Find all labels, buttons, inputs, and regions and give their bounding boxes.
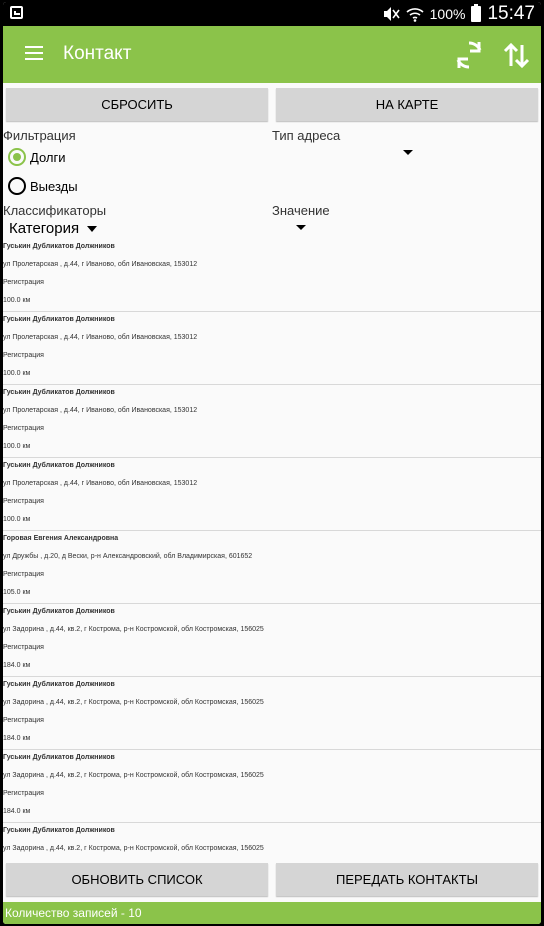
contact-address-type: Регистрация [3,571,44,578]
contact-distance: 105.0 км [3,589,31,596]
status-icons: 100% 15:47 [382,4,535,24]
contact-address: ул Пролетарская , д.44, г Иваново, обл И… [3,261,198,268]
contact-address-type: Регистрация [3,352,44,359]
list-item[interactable]: Гуськин Дубликатов Должников ул Пролетарс… [3,385,541,458]
contact-address: ул Пролетарская , д.44, г Иваново, обл И… [3,407,198,414]
radio-debts[interactable]: Долги [8,148,65,166]
reset-button[interactable]: СБРОСИТЬ [6,88,268,121]
page-title: Контакт [63,43,132,64]
list-item[interactable]: Горовая Евгения Александровна ул Дружбы ,… [3,531,541,604]
contact-address-type: Регистрация [3,717,44,724]
contact-address: ул Пролетарская , д.44, г Иваново, обл И… [3,480,198,487]
contact-list[interactable]: Гуськин Дубликатов Должников ул Пролетарс… [3,239,541,857]
radio-button-checked[interactable] [8,148,26,166]
address-type-label: Тип адреса [272,128,341,143]
category-dropdown[interactable]: Категория [9,220,98,237]
radio-visits[interactable]: Выезды [8,177,78,195]
menu-icon[interactable] [25,46,43,60]
contact-name: Гуськин Дубликатов Должников [3,389,115,396]
clock: 15:47 [487,3,535,24]
contact-distance: 184.0 км [3,808,31,815]
contact-address-type: Регистрация [3,498,44,505]
battery-percent: 100% [429,6,466,22]
contact-name: Гуськин Дубликатов Должников [3,462,115,469]
refresh-list-button[interactable]: ОБНОВИТЬ СПИСОК [6,863,268,896]
map-button[interactable]: НА КАРТЕ [276,88,538,121]
contact-address-type: Регистрация [3,644,44,651]
value-label: Значение [272,203,330,218]
radio-visits-label: Выезды [30,178,78,194]
wifi-icon [406,8,424,22]
battery-icon [471,4,482,22]
contact-distance: 100.0 км [3,443,31,450]
contact-name: Гуськин Дубликатов Должников [3,608,115,615]
record-count: Количество записей - 10 [3,902,541,924]
contact-name: Гуськин Дубликатов Должников [3,754,115,761]
sync-icon[interactable] [452,38,486,72]
sort-icon[interactable] [500,38,534,72]
contact-address: ул Задорина , д.44, кв.2, г Кострома, р-… [3,699,264,706]
list-item[interactable]: Гуськин Дубликатов Должников ул Пролетарс… [3,458,541,531]
classifiers-label: Классификаторы [3,203,107,218]
app-window: 100% 15:47 Контакт СБРОСИТЬ НА КАРТЕ Фил… [3,2,541,924]
contact-address: ул Пролетарская , д.44, г Иваново, обл И… [3,334,198,341]
contact-name: Гуськин Дубликатов Должников [3,243,115,250]
contact-address: ул Задорина , д.44, кв.2, г Кострома, р-… [3,772,264,779]
address-type-dropdown[interactable] [403,150,413,155]
mute-icon [383,7,400,21]
contact-name: Горовая Евгения Александровна [3,535,119,542]
contact-address: ул Дружбы , д.20, д Вески, р-н Александр… [3,553,253,560]
contact-name: Гуськин Дубликатов Должников [3,316,115,323]
contact-address: ул Задорина , д.44, кв.2, г Кострома, р-… [3,845,264,852]
app-bar: Контакт [3,26,541,83]
contact-distance: 100.0 км [3,297,31,304]
status-bar: 100% 15:47 [3,2,541,26]
chevron-down-icon [87,225,98,232]
contact-address: ул Задорина , д.44, кв.2, г Кострома, р-… [3,626,264,633]
contact-name: Гуськин Дубликатов Должников [3,827,115,834]
send-contacts-button[interactable]: ПЕРЕДАТЬ КОНТАКТЫ [276,863,538,896]
radio-button-unchecked[interactable] [8,177,26,195]
value-dropdown[interactable] [296,225,306,230]
radio-debts-label: Долги [30,149,66,165]
list-item[interactable]: Гуськин Дубликатов Должников ул Задорина … [3,604,541,677]
screenshot-icon [10,6,23,19]
contact-distance: 184.0 км [3,735,31,742]
contact-address-type: Регистрация [3,425,44,432]
contact-address-type: Регистрация [3,790,44,797]
contact-name: Гуськин Дубликатов Должников [3,681,115,688]
list-item[interactable]: Гуськин Дубликатов Должников ул Задорина … [3,823,541,857]
filter-label: Фильтрация [3,128,76,143]
list-item[interactable]: Гуськин Дубликатов Должников ул Задорина … [3,750,541,823]
list-item[interactable]: Гуськин Дубликатов Должников ул Задорина … [3,677,541,750]
contact-distance: 100.0 км [3,516,31,523]
list-item[interactable]: Гуськин Дубликатов Должников ул Пролетарс… [3,239,541,312]
category-value: Категория [9,220,80,237]
contact-address-type: Регистрация [3,279,44,286]
list-item[interactable]: Гуськин Дубликатов Должников ул Пролетарс… [3,312,541,385]
contact-distance: 100.0 км [3,370,31,377]
contact-distance: 184.0 км [3,662,31,669]
